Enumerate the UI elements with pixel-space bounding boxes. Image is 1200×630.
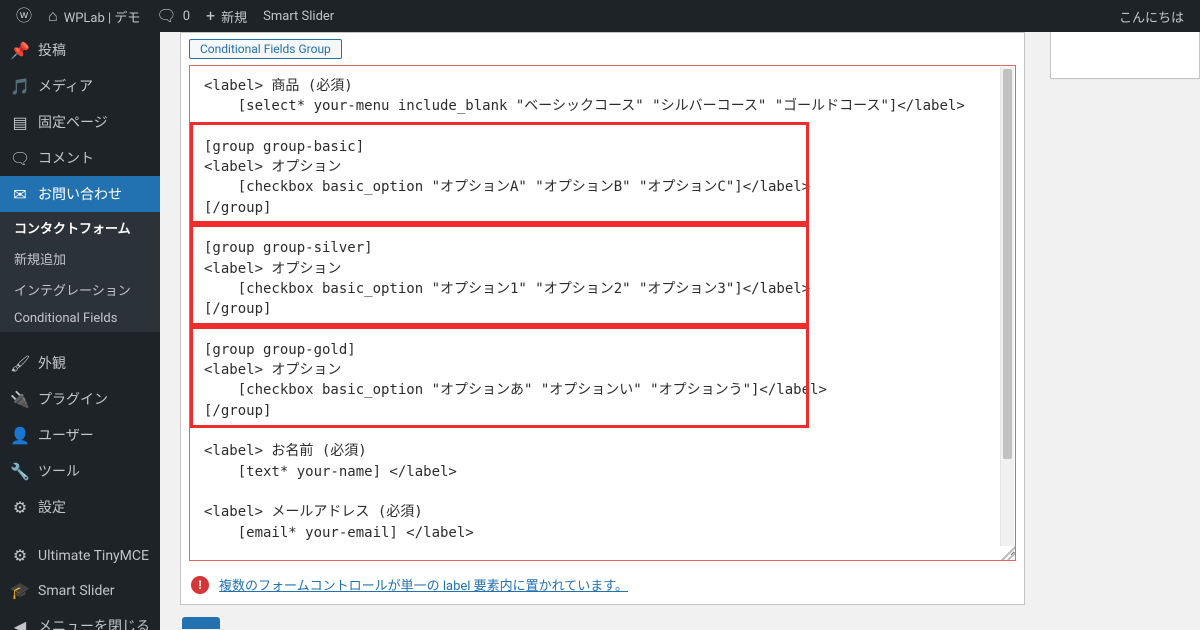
sidebar-item-comments[interactable]: 🗨 コメント [0, 140, 160, 176]
sidebar-label: 固定ページ [38, 112, 108, 132]
sidebar-label: 外観 [38, 353, 66, 373]
sidebar-label: メディア [38, 76, 93, 96]
validation-message: ! 複数のフォームコントロールが単一の label 要素内に置かれています。 [181, 569, 1024, 604]
sidebar-item-appearance[interactable]: 🖌 外観 [0, 345, 160, 381]
site-name-link[interactable]: ⌂ WPLab | デモ [40, 0, 148, 32]
editor-wrap [189, 65, 1016, 561]
user-icon: 👤 [10, 426, 30, 445]
wrench-icon: 🔧 [10, 462, 30, 481]
sidebar-label: ツール [38, 461, 80, 481]
sidebar-item-posts[interactable]: 📌 投稿 [0, 32, 160, 68]
comment-icon: 🗨 [156, 8, 176, 24]
validation-link[interactable]: 複数のフォームコントロールが単一の label 要素内に置かれています。 [219, 575, 628, 594]
editor-scrollbar[interactable] [1000, 67, 1014, 546]
sidebar-item-contact[interactable]: ✉ お問い合わせ [0, 176, 160, 212]
plug-icon: 🔌 [10, 390, 30, 409]
sidebar-label: お問い合わせ [38, 184, 122, 204]
media-icon: 🎵 [10, 77, 30, 96]
wp-logo[interactable]: ⓦ [8, 0, 40, 32]
sidebar-item-media[interactable]: 🎵 メディア [0, 68, 160, 104]
page-icon: ▤ [10, 113, 30, 132]
gear-icon: ⚙ [10, 546, 30, 565]
resize-handle[interactable] [1001, 546, 1015, 560]
scrollbar-thumb[interactable] [1003, 69, 1012, 459]
collapse-icon: ◀ [10, 617, 30, 630]
sidebar-label: プラグイン [38, 389, 108, 409]
sidebar-label: 投稿 [38, 40, 66, 60]
pin-icon: 📌 [10, 41, 30, 60]
admin-sidebar: 📌 投稿 🎵 メディア ▤ 固定ページ 🗨 コメント ✉ お問い合わせ コンタクトフォーム… [0, 32, 160, 630]
sidebar-label: 設定 [38, 497, 66, 517]
sub-item-add-new[interactable]: 新規追加 [0, 243, 160, 274]
primary-action-button[interactable] [182, 617, 220, 629]
home-icon: ⌂ [48, 8, 58, 24]
conditional-fields-group-button[interactable]: Conditional Fields Group [189, 39, 342, 59]
sidebar-collapse[interactable]: ◀ メニューを閉じる [0, 608, 160, 630]
sidebar-item-smart-slider[interactable]: 🎓 Smart Slider [0, 573, 160, 608]
sidebar-item-users[interactable]: 👤 ユーザー [0, 417, 160, 453]
new-label: 新規 [221, 7, 247, 26]
graduation-icon: 🎓 [10, 581, 30, 600]
sidebar-label: ユーザー [38, 425, 94, 445]
greeting-label: こんにちは [1119, 7, 1184, 26]
sidebar-submenu-contact: コンタクトフォーム 新規追加 インテグレーション Conditional Fie… [0, 212, 160, 332]
main-content: Conditional Fields Group ! 複数のフォームコントロール… [160, 32, 1200, 630]
smart-slider-label: Smart Slider [263, 9, 334, 24]
sliders-icon: ⚙ [10, 498, 30, 517]
greeting-link[interactable]: こんにちは [1111, 0, 1192, 32]
sidebar-label: コメント [38, 148, 94, 168]
sidebar-label: メニューを閉じる [38, 616, 150, 630]
new-content-link[interactable]: + 新規 [198, 0, 255, 32]
sidebar-label: Ultimate TinyMCE [38, 548, 149, 564]
wordpress-icon: ⓦ [16, 8, 32, 24]
side-meta-box [1050, 32, 1200, 79]
mail-icon: ✉ [10, 185, 30, 204]
sidebar-item-settings[interactable]: ⚙ 設定 [0, 489, 160, 525]
form-editor-panel: Conditional Fields Group ! 複数のフォームコントロール… [180, 32, 1025, 605]
sub-item-integration[interactable]: インテグレーション [0, 274, 160, 305]
comments-count: 0 [183, 9, 190, 24]
sidebar-item-pages[interactable]: ▤ 固定ページ [0, 104, 160, 140]
sidebar-item-plugins[interactable]: 🔌 プラグイン [0, 381, 160, 417]
comment-icon: 🗨 [10, 149, 30, 168]
sidebar-item-tools[interactable]: 🔧 ツール [0, 453, 160, 489]
brush-icon: 🖌 [10, 354, 30, 373]
site-name-label: WPLab | デモ [64, 7, 141, 26]
warning-icon: ! [191, 576, 209, 594]
sub-item-contact-forms[interactable]: コンタクトフォーム [0, 212, 160, 243]
sub-item-conditional-fields[interactable]: Conditional Fields [0, 305, 160, 332]
form-template-editor[interactable] [190, 66, 1015, 556]
admin-bar: ⓦ ⌂WPLab | デモ 🗨0 +新規 Smart Slider こんにちは [0, 0, 1200, 32]
smart-slider-link[interactable]: Smart Slider [255, 0, 342, 32]
sidebar-label: Smart Slider [38, 583, 115, 599]
sidebar-item-tinymce[interactable]: ⚙ Ultimate TinyMCE [0, 538, 160, 573]
plus-icon: + [206, 8, 215, 24]
comments-link[interactable]: 🗨0 [148, 0, 198, 32]
